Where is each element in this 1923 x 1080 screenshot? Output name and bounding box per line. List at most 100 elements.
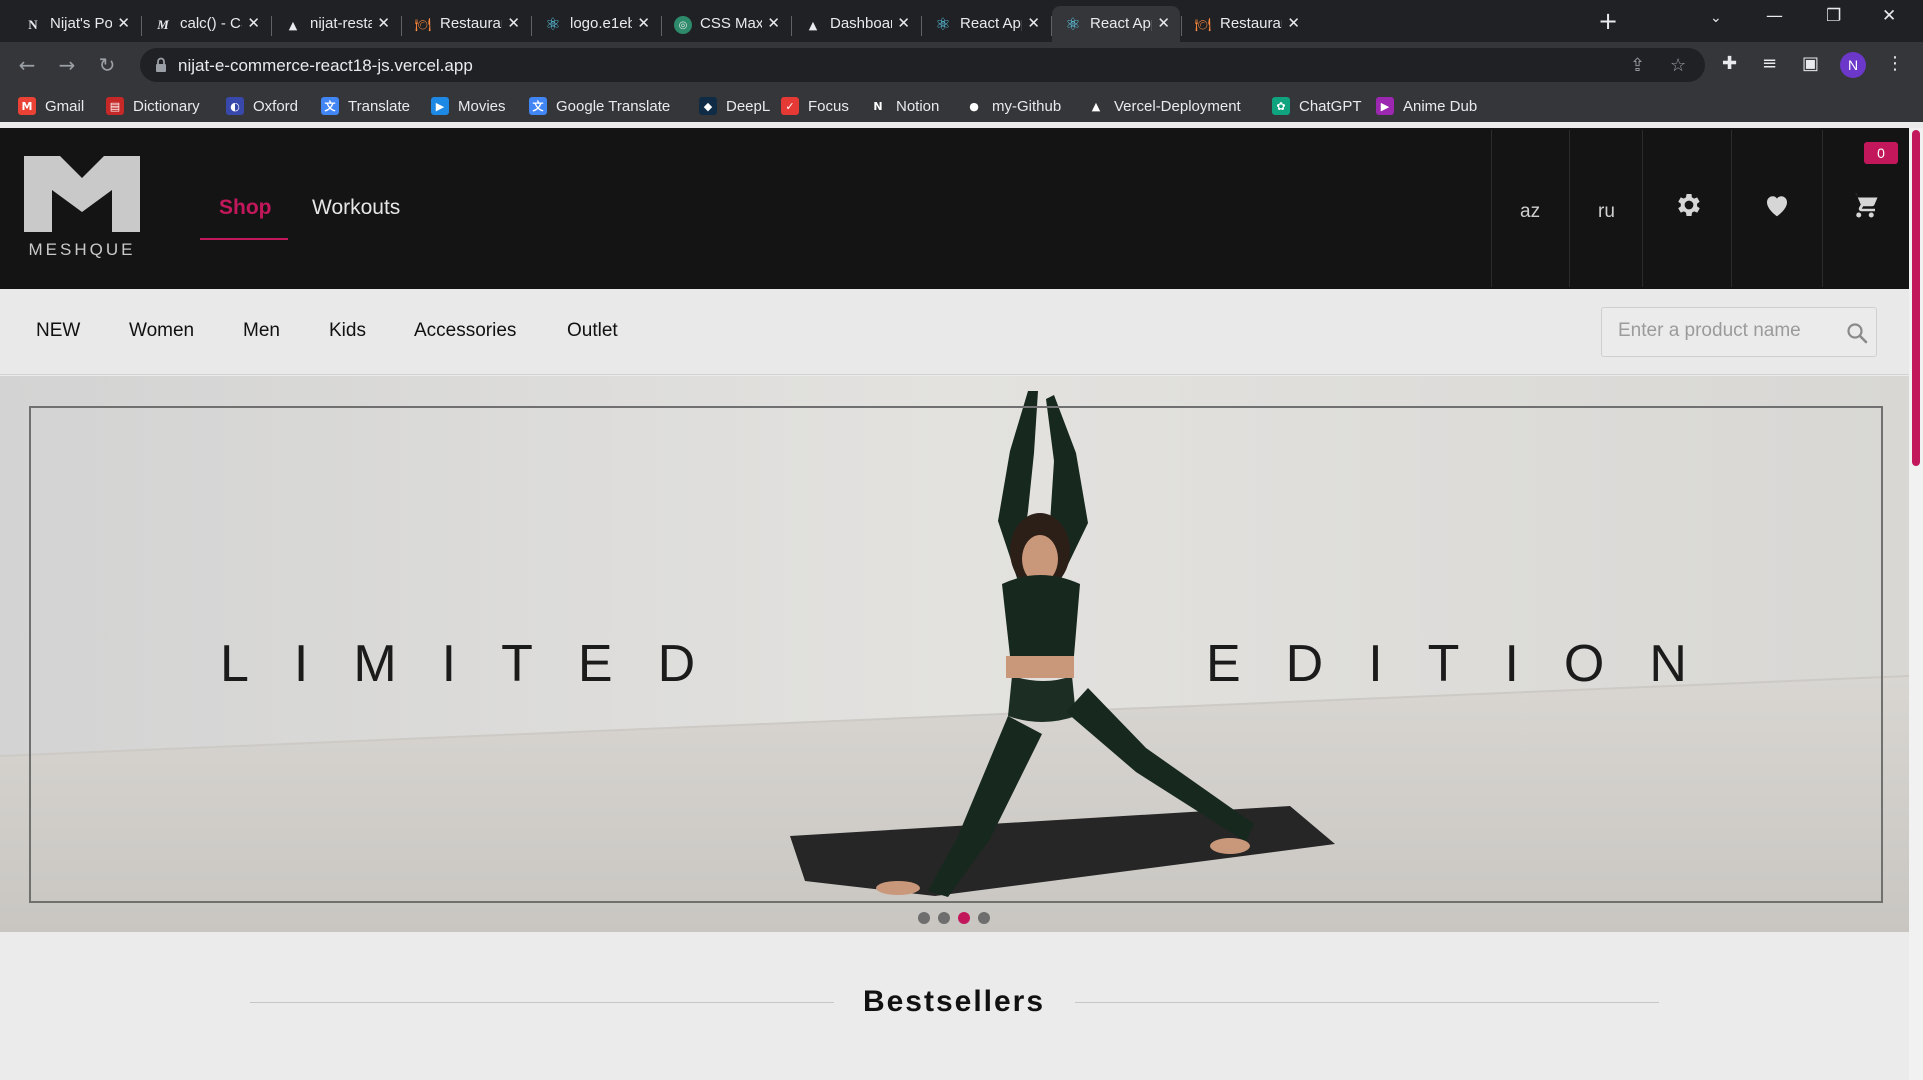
browser-tab[interactable]: ⚛ React App ✕ — [922, 6, 1050, 42]
bookmark-star-icon[interactable]: ☆ — [1670, 55, 1686, 76]
cart-icon[interactable] — [1850, 190, 1880, 220]
bookmark-label: DeepL — [726, 97, 771, 115]
bookmark-dictionary[interactable]: ▤ Dictionary — [106, 95, 200, 117]
bookmark-anime-dub[interactable]: ▶ Anime Dub — [1376, 95, 1477, 117]
forward-arrow-icon[interactable]: → — [54, 52, 80, 78]
category-outlet[interactable]: Outlet — [567, 320, 618, 342]
language-ru[interactable]: ru — [1598, 201, 1615, 223]
react-icon: ⚛ — [935, 15, 951, 35]
media-controls-icon[interactable]: ≡ — [1762, 53, 1777, 74]
bookmark-movies[interactable]: ▶ Movies — [431, 95, 506, 117]
bookmark-label: Movies — [458, 97, 506, 115]
tab-close-icon[interactable]: ✕ — [247, 13, 260, 33]
tab-title: CSS Max-W — [700, 15, 762, 32]
bookmark-label: Gmail — [45, 97, 85, 115]
tab-close-icon[interactable]: ✕ — [767, 13, 780, 33]
notion-icon: N — [28, 17, 38, 32]
reload-icon[interactable]: ↻ — [94, 52, 120, 78]
browser-tab[interactable]: ▲ Dashboard ✕ — [792, 6, 920, 42]
focus-icon: ✓ — [781, 97, 799, 115]
oxford-icon: ◐ — [226, 97, 244, 115]
lock-icon — [156, 57, 166, 72]
heart-icon[interactable] — [1762, 190, 1792, 220]
search-icon[interactable] — [1845, 321, 1869, 345]
bookmark-vercel-deployment[interactable]: ▲ Vercel-Deployment — [1087, 95, 1241, 117]
bookmark-chatgpt[interactable]: ✿ ChatGPT — [1272, 95, 1362, 117]
tab-close-icon[interactable]: ✕ — [507, 13, 520, 33]
header-divider — [1731, 130, 1732, 287]
tab-close-icon[interactable]: ✕ — [1287, 13, 1300, 33]
deepl-icon: ◆ — [699, 97, 717, 115]
minimize-icon[interactable]: — — [1766, 6, 1783, 26]
browser-menu-icon[interactable]: ⋮ — [1886, 53, 1904, 74]
address-bar[interactable]: nijat-e-commerce-react18-js.vercel.app ⇪… — [140, 48, 1705, 82]
category-new[interactable]: NEW — [36, 320, 80, 342]
react-icon: ⚛ — [1065, 15, 1081, 35]
tab-close-icon[interactable]: ✕ — [377, 13, 390, 33]
browser-tab[interactable]: ◎ CSS Max-W ✕ — [662, 6, 790, 42]
product-search-box — [1601, 307, 1877, 357]
language-az[interactable]: az — [1520, 201, 1540, 223]
cart-count-badge: 0 — [1864, 142, 1898, 164]
browser-tab[interactable]: ⚛ logo.e1eb6 ✕ — [532, 6, 660, 42]
carousel-dot-1[interactable] — [918, 912, 930, 924]
bookmarks-bar: M Gmail ▤ Dictionary ◐ Oxford 文 Translate ▶ Movie… — [0, 88, 1923, 122]
bookmark-oxford[interactable]: ◐ Oxford — [226, 95, 298, 117]
restore-icon[interactable]: ❐ — [1826, 6, 1841, 26]
bookmark-gmail[interactable]: M Gmail — [18, 95, 84, 117]
tab-title: Restaurant — [440, 15, 502, 32]
carousel-dot-3-active[interactable] — [958, 912, 970, 924]
bookmark-label: Google Translate — [556, 97, 671, 115]
bookmark-translate[interactable]: 文 Translate — [321, 95, 410, 117]
browser-tab[interactable]: N Nijat's Portf ✕ — [12, 6, 140, 42]
bookmark-label: Anime Dub — [1403, 97, 1478, 115]
browser-tab-active[interactable]: ⚛ React App ✕ — [1052, 6, 1180, 42]
bookmark-my-github[interactable]: ● my-Github — [965, 95, 1061, 117]
tab-close-icon[interactable]: ✕ — [897, 13, 910, 33]
category-men[interactable]: Men — [243, 320, 280, 342]
browser-tab[interactable]: ▲ nijat-restau ✕ — [272, 6, 400, 42]
divider-line — [1075, 1002, 1659, 1003]
bookmark-label: Vercel-Deployment — [1114, 97, 1241, 115]
product-search-input[interactable] — [1618, 320, 1838, 342]
tab-close-icon[interactable]: ✕ — [117, 13, 130, 33]
extensions-icon[interactable]: ✚ — [1722, 53, 1737, 74]
new-tab-button[interactable]: + — [1598, 6, 1618, 36]
share-icon[interactable]: ⇪ — [1630, 55, 1645, 76]
category-women[interactable]: Women — [129, 320, 194, 342]
logo-text: MESHQUE — [29, 240, 136, 258]
css-icon: ◎ — [674, 16, 692, 34]
bookmark-google-translate[interactable]: 文 Google Translate — [529, 95, 670, 117]
bookmark-deepl[interactable]: ◆ DeepL — [699, 95, 770, 117]
tab-title: Restaurant — [1220, 15, 1282, 32]
bookmark-focus[interactable]: ✓ Focus — [781, 95, 849, 117]
profile-avatar[interactable]: N — [1840, 52, 1866, 78]
tab-close-icon[interactable]: ✕ — [637, 13, 650, 33]
category-accessories[interactable]: Accessories — [414, 320, 516, 342]
browser-tab[interactable]: 🍽 Restaurant ✕ — [1182, 6, 1310, 42]
carousel-dot-2[interactable] — [938, 912, 950, 924]
page-scrollbar[interactable] — [1909, 128, 1923, 1080]
google-translate-icon: 文 — [529, 97, 547, 115]
bookmark-notion[interactable]: N Notion — [869, 95, 939, 117]
vercel-icon: ▲ — [288, 18, 298, 32]
bestsellers-section: Bestsellers — [0, 932, 1909, 1080]
browser-tab[interactable]: Mcalc() - CSS ✕ — [142, 6, 270, 42]
bestsellers-title: Bestsellers — [862, 985, 1046, 1018]
close-window-icon[interactable]: ✕ — [1882, 6, 1896, 26]
carousel-dot-4[interactable] — [978, 912, 990, 924]
nav-workouts[interactable]: Workouts — [312, 196, 400, 220]
side-panel-icon[interactable]: ▣ — [1802, 53, 1819, 74]
nav-shop[interactable]: Shop — [219, 196, 272, 220]
notion-icon: N — [873, 99, 883, 113]
scrollbar-thumb[interactable] — [1912, 130, 1920, 466]
tab-close-icon[interactable]: ✕ — [1157, 13, 1170, 33]
tab-close-icon[interactable]: ✕ — [1027, 13, 1040, 33]
meshque-logo[interactable]: MESHQUE — [24, 156, 140, 258]
gear-icon[interactable] — [1674, 190, 1704, 220]
back-arrow-icon[interactable]: ← — [14, 52, 40, 78]
tab-search-button[interactable]: ⌄ — [1710, 10, 1722, 26]
browser-tab[interactable]: 🍽 Restaurant ✕ — [402, 6, 530, 42]
category-kids[interactable]: Kids — [329, 320, 366, 342]
tab-title: nijat-restau — [310, 15, 372, 32]
